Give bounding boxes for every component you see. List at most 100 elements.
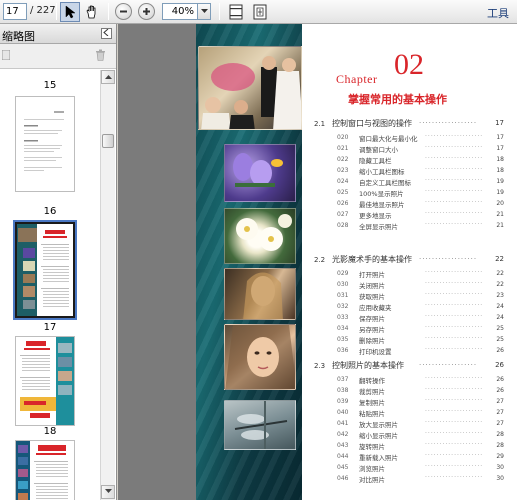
flower-photo (224, 144, 296, 202)
tools-menu[interactable]: 工具 (487, 5, 509, 21)
toc-entry-page: 21 (496, 211, 504, 218)
panel-close-button[interactable] (101, 28, 112, 39)
toc-entry[interactable]: 024 自定义工具栏图标 ·························· 19 (337, 177, 504, 187)
toc-entry[interactable]: 027 更多地显示 ·························· 21 (337, 210, 504, 220)
toc-entry[interactable]: 037 翻转操作 ·························· 26 (337, 375, 504, 385)
zoom-dropdown-button[interactable] (198, 3, 211, 20)
toc-leader: ·························· (425, 324, 483, 331)
toc-entry[interactable]: 022 隐藏工具栏 ·························· 18 (337, 155, 504, 165)
page-number-input[interactable]: 17 (3, 3, 27, 20)
zoom-out-button[interactable] (115, 3, 132, 20)
toc-leader: ·························· (425, 452, 483, 459)
toc-section-number: 2.2 (314, 256, 326, 264)
toc-section-title: 光影魔术手的基本操作 (332, 255, 412, 264)
fit-width-button[interactable] (226, 2, 246, 22)
toc-entry[interactable]: 034 另存照片 ·························· 25 (337, 324, 504, 334)
toc-leader: ·························· (425, 155, 483, 162)
toc-section[interactable]: 2.3 控制照片的基本操作 ·························· 26 (314, 360, 504, 374)
thumbnail-page[interactable] (15, 440, 75, 500)
toc-entry-title: 调整窗口大小 (359, 146, 398, 154)
toc-entry[interactable]: 046 对比照片 ·························· 30 (337, 474, 504, 484)
toc-entry[interactable]: 036 打印机设置 ·························· 26 (337, 346, 504, 356)
toc-entry-page: 26 (496, 387, 504, 394)
select-tool-button[interactable] (60, 2, 80, 22)
toc-entry[interactable]: 039 复制照片 ·························· 27 (337, 397, 504, 407)
chevron-up-icon (104, 75, 112, 79)
toc-entry[interactable]: 030 关闭照片 ·························· 22 (337, 280, 504, 290)
toc-entry-title: 旋转照片 (359, 443, 385, 451)
chevron-down-icon (200, 9, 208, 13)
toc-entry-page: 20 (496, 200, 504, 207)
toc-leader: ·························· (425, 133, 483, 140)
toc-entry[interactable]: 021 调整窗口大小 ·························· 17 (337, 144, 504, 154)
toc-entry[interactable]: 029 打开照片 ·························· 22 (337, 269, 504, 279)
delete-page-button[interactable] (95, 49, 106, 64)
toc-entry[interactable]: 040 粘贴照片 ·························· 27 (337, 408, 504, 418)
toc-entry[interactable]: 032 应用收藏夹 ·························· 24 (337, 302, 504, 312)
toc-leader: ·························· (425, 474, 483, 481)
toc-leader: ·························· (425, 291, 483, 298)
toc-leader: ·························· (425, 408, 483, 415)
zoom-in-button[interactable] (138, 3, 155, 20)
cursor-icon (65, 5, 76, 19)
toc-entry[interactable]: 026 最佳地显示照片 ·························· 20 (337, 199, 504, 209)
toc-entry[interactable]: 033 保存照片 ·························· 24 (337, 313, 504, 323)
panel-options-button[interactable] (1, 49, 12, 61)
toc-entry[interactable]: 038 裁剪照片 ·························· 26 (337, 386, 504, 396)
toc-entry[interactable]: 020 窗口最大化与最小化 ·························· 17 (337, 133, 504, 143)
thumbnail-page-current[interactable] (13, 220, 77, 320)
toc-section[interactable]: 2.2 光影魔术手的基本操作 ·························· 2… (314, 254, 504, 268)
hand-tool-button[interactable] (82, 2, 102, 22)
toc-entry-title: 对比照片 (359, 476, 385, 484)
toc-leader: ·························· (425, 335, 483, 342)
toc-page-number: 26 (495, 361, 504, 369)
scroll-up-button[interactable] (101, 70, 115, 84)
toc-entry[interactable]: 023 缩小工具栏图标 ·························· 18 (337, 166, 504, 176)
toc-entry[interactable]: 035 删除照片 ·························· 25 (337, 335, 504, 345)
thumbnail-scrollbar[interactable] (100, 70, 115, 500)
toc-entry-title: 另存照片 (359, 326, 385, 334)
toc-entry-title: 自定义工具栏图标 (359, 179, 411, 187)
toc-entry-number: 038 (337, 387, 349, 394)
toc-entry-page: 18 (496, 156, 504, 163)
toc-entry[interactable]: 045 浏览照片 ·························· 30 (337, 463, 504, 473)
fit-page-button[interactable] (250, 2, 270, 22)
chapter-title: 掌握常用的基本操作 (348, 93, 447, 106)
toc-entry[interactable]: 025 100%显示照片 ·························· 19 (337, 188, 504, 198)
thumbnails-panel: 缩略图 15 16 17 18 (0, 24, 117, 500)
scroll-down-button[interactable] (101, 485, 115, 499)
page-total: / 227 (30, 5, 56, 16)
toc-entry[interactable]: 042 缩小显示照片 ·························· 28 (337, 430, 504, 440)
toc-entry[interactable]: 044 重新载入照片 ·························· 29 (337, 452, 504, 462)
document-view[interactable]: Chapter 02 掌握常用的基本操作 2.1 控制窗口与视图的操作 ······… (118, 24, 517, 500)
toc-entry-page: 17 (496, 145, 504, 152)
toc-entry[interactable]: 043 旋转照片 ·························· 28 (337, 441, 504, 451)
toc-leader: ·························· (425, 375, 483, 382)
toc-entry-page: 27 (496, 398, 504, 405)
toc-entry-title: 打印机设置 (359, 348, 392, 356)
zoom-level-input[interactable]: 40% (162, 3, 198, 20)
toc-entry-page: 30 (496, 464, 504, 471)
fit-width-icon (229, 4, 243, 20)
toc-entry-number: 042 (337, 431, 349, 438)
toc-entry[interactable]: 028 全屏显示照片 ·························· 21 (337, 221, 504, 231)
toc-entry-title: 复制照片 (359, 399, 385, 407)
toc-entry-page: 30 (496, 475, 504, 482)
toc-leader: ·························· (425, 430, 483, 437)
thumbnail-page[interactable] (15, 336, 75, 426)
toc-entry-page: 22 (496, 281, 504, 288)
toc-entry-title: 浏览照片 (359, 465, 385, 473)
toc-entry[interactable]: 041 放大显示照片 ·························· 27 (337, 419, 504, 429)
toc-section[interactable]: 2.1 控制窗口与视图的操作 ·························· 1… (314, 118, 504, 132)
toc-entry-number: 040 (337, 409, 349, 416)
toc-entry-title: 打开照片 (359, 271, 385, 279)
toc-entry-number: 027 (337, 211, 349, 218)
toc-entry-page: 21 (496, 222, 504, 229)
scrollbar-thumb[interactable] (102, 134, 114, 148)
toc-entry-title: 关闭照片 (359, 282, 385, 290)
thumbnail-page[interactable] (15, 96, 75, 192)
toc-entry[interactable]: 031 获取照片 ·························· 23 (337, 291, 504, 301)
toc-entry-number: 032 (337, 303, 349, 310)
toc-entry-title: 最佳地显示照片 (359, 201, 405, 209)
toc-section-title: 控制窗口与视图的操作 (332, 119, 412, 128)
